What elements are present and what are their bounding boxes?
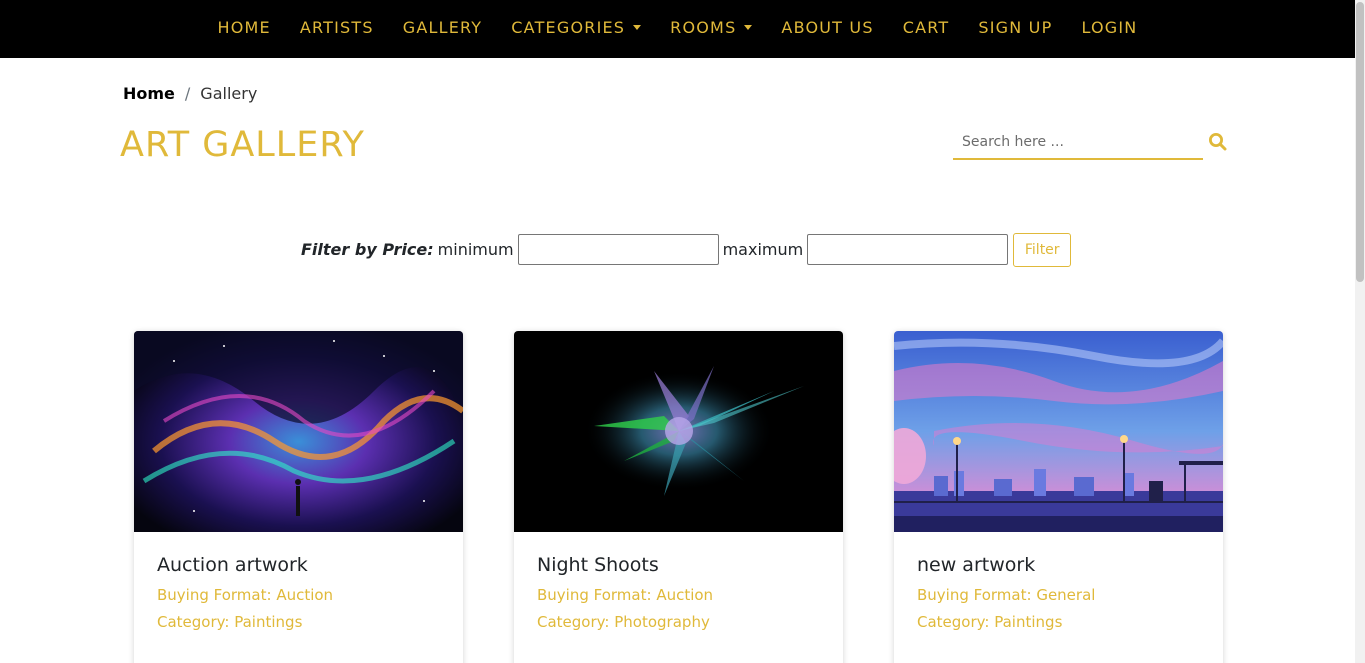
nav-item-sign-up[interactable]: SIGN UP bbox=[964, 18, 1067, 37]
card-body: new artwork Buying Format: General Categ… bbox=[894, 532, 1223, 636]
card-buying-format: Buying Format: General bbox=[917, 586, 1096, 604]
filter-label: Filter by Price: bbox=[301, 239, 434, 259]
card-title[interactable]: new artwork bbox=[917, 554, 1200, 576]
nav-item-rooms[interactable]: ROOMS bbox=[656, 18, 767, 37]
card-category: Category: Photography bbox=[537, 613, 710, 631]
nav-item-artists[interactable]: ARTISTS bbox=[285, 18, 388, 37]
artwork-image-city-sky[interactable] bbox=[894, 331, 1223, 532]
page-title: ART GALLERY bbox=[120, 125, 365, 165]
nav-item-about-us[interactable]: ABOUT US bbox=[767, 18, 888, 37]
nav-item-label: GALLERY bbox=[402, 17, 483, 37]
artwork-image-color-explosion[interactable] bbox=[514, 331, 843, 532]
max-price-input[interactable] bbox=[807, 233, 1009, 265]
nav-item-home[interactable]: HOME bbox=[203, 18, 285, 37]
search-icon[interactable] bbox=[1208, 132, 1228, 152]
filter-button[interactable]: Filter bbox=[1013, 233, 1072, 267]
breadcrumb: Home / Gallery bbox=[123, 84, 257, 103]
nav-list: HOME ARTISTS GALLERY CATEGORIES ROOMS AB… bbox=[0, 0, 1365, 54]
card-buying-format: Buying Format: Auction bbox=[157, 586, 334, 604]
artwork-card[interactable]: Auction artwork Buying Format: Auction C… bbox=[134, 331, 463, 663]
nav-item-label: LOGIN bbox=[1081, 17, 1138, 37]
page-scrollbar[interactable] bbox=[1355, 0, 1365, 663]
nav-item-label: HOME bbox=[217, 17, 271, 37]
nav-item-login[interactable]: LOGIN bbox=[1067, 18, 1152, 37]
nav-item-label: ROOMS bbox=[670, 17, 737, 37]
nav-item-label: CART bbox=[902, 17, 950, 37]
card-body: Auction artwork Buying Format: Auction C… bbox=[134, 532, 463, 636]
nav-item-categories[interactable]: CATEGORIES bbox=[497, 18, 656, 37]
caret-down-icon bbox=[633, 24, 642, 30]
nav-item-cart[interactable]: CART bbox=[888, 18, 964, 37]
price-filter: Filter by Price: minimum maximum Filter bbox=[301, 231, 1072, 267]
breadcrumb-separator: / bbox=[184, 84, 191, 103]
top-navbar: HOME ARTISTS GALLERY CATEGORIES ROOMS AB… bbox=[0, 0, 1365, 58]
filter-min-label: minimum bbox=[437, 239, 514, 259]
artwork-card[interactable]: Night Shoots Buying Format: Auction Cate… bbox=[514, 331, 843, 663]
nav-item-label: ABOUT US bbox=[781, 17, 874, 37]
card-body: Night Shoots Buying Format: Auction Cate… bbox=[514, 532, 843, 636]
min-price-input[interactable] bbox=[517, 233, 719, 265]
scrollbar-thumb[interactable] bbox=[1356, 2, 1364, 282]
nav-item-label: SIGN UP bbox=[978, 17, 1053, 37]
card-category: Category: Paintings bbox=[157, 613, 303, 631]
caret-down-icon bbox=[744, 24, 753, 30]
search-input[interactable] bbox=[953, 127, 1203, 157]
artwork-card[interactable]: new artwork Buying Format: General Categ… bbox=[894, 331, 1223, 663]
nav-item-label: CATEGORIES bbox=[511, 17, 626, 37]
card-title[interactable]: Auction artwork bbox=[157, 554, 440, 576]
nav-item-gallery[interactable]: GALLERY bbox=[388, 18, 497, 37]
nav-item-label: ARTISTS bbox=[299, 17, 374, 37]
filter-max-label: maximum bbox=[722, 239, 804, 259]
search-box bbox=[953, 127, 1203, 160]
breadcrumb-home-link[interactable]: Home bbox=[123, 84, 175, 103]
card-buying-format: Buying Format: Auction bbox=[537, 586, 714, 604]
artwork-image-cosmic[interactable] bbox=[134, 331, 463, 532]
card-title[interactable]: Night Shoots bbox=[537, 554, 820, 576]
card-category: Category: Paintings bbox=[917, 613, 1063, 631]
breadcrumb-current: Gallery bbox=[200, 84, 258, 103]
